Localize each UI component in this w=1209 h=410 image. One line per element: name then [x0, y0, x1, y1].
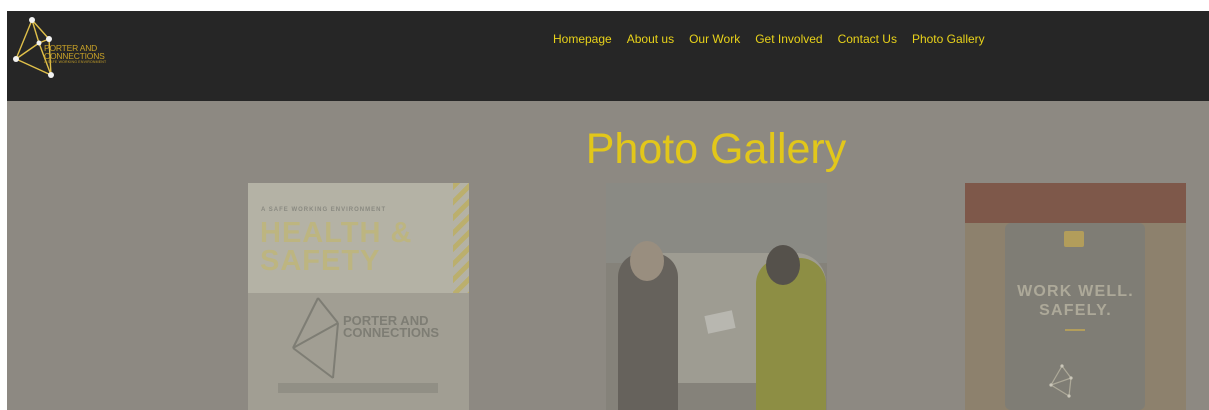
site-header: PORTER AND CONNECTIONS A SAFE WORKING EN… — [7, 11, 1209, 101]
nav-contact-us[interactable]: Contact Us — [838, 32, 897, 46]
main-nav: Homepage About us Our Work Get Involved … — [553, 32, 985, 46]
nav-get-involved[interactable]: Get Involved — [755, 32, 822, 46]
nav-about-us[interactable]: About us — [627, 32, 674, 46]
page-title: Photo Gallery — [585, 125, 847, 173]
page: PORTER AND CONNECTIONS A SAFE WORKING EN… — [7, 11, 1209, 410]
logo-tagline: A SAFE WORKING ENVIRONMENT — [44, 60, 107, 64]
image-overlay — [606, 183, 827, 410]
site-logo[interactable]: PORTER AND CONNECTIONS A SAFE WORKING EN… — [11, 15, 131, 79]
gallery-image-team-photo[interactable] — [606, 183, 827, 410]
gallery-image-work-well[interactable]: WORK WELL. SAFELY. — [965, 183, 1186, 410]
nav-homepage[interactable]: Homepage — [553, 32, 612, 46]
gallery-image-health-safety[interactable]: A SAFE WORKING ENVIRONMENT HEALTH & SAFE… — [248, 183, 469, 410]
logo-line-2: CONNECTIONS — [44, 51, 105, 61]
nav-our-work[interactable]: Our Work — [689, 32, 740, 46]
nav-photo-gallery[interactable]: Photo Gallery — [912, 32, 985, 46]
image-overlay — [965, 183, 1186, 410]
image-overlay — [248, 183, 469, 410]
logo-text: PORTER AND CONNECTIONS A SAFE WORKING EN… — [44, 44, 106, 65]
